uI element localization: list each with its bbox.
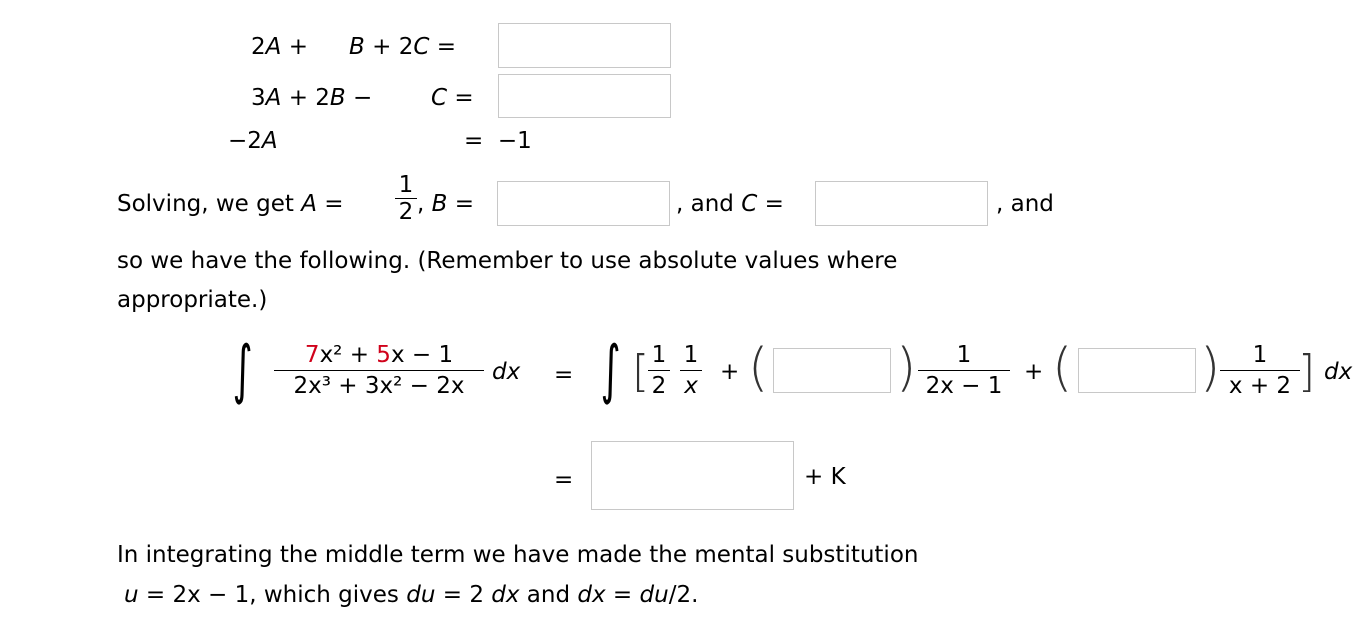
c-label: , and C = <box>676 191 784 217</box>
right-bracket: ] <box>1298 346 1316 397</box>
coefficient-1-input[interactable] <box>773 348 891 393</box>
eq-row-3-rhs: = −1 <box>464 128 532 154</box>
coefficient-2-input[interactable] <box>1078 348 1196 393</box>
equals-sign: = <box>554 362 574 388</box>
b-label: , B = <box>417 191 474 217</box>
row1-answer-input[interactable] <box>498 23 671 68</box>
c-answer-input[interactable] <box>815 181 988 226</box>
instruction-line-1: so we have the following. (Remember to u… <box>117 248 898 274</box>
left-bracket: [ <box>632 346 650 397</box>
integrand-fraction: 7x² + 5x − 1 2x³ + 3x² − 2x <box>274 342 484 399</box>
fraction-one-half: 12 <box>648 342 670 399</box>
right-paren-2: ) <box>1200 338 1221 398</box>
eq-row-3: −2A <box>228 128 278 154</box>
and-text: , and <box>996 191 1054 217</box>
eq-row-2: 3A + 2B − C = <box>251 85 474 111</box>
fraction-a-value: 12 <box>395 174 417 224</box>
result-input[interactable] <box>591 441 794 510</box>
left-paren-1: ( <box>748 338 769 398</box>
plus-sign-2: + <box>1024 359 1044 385</box>
plus-constant: + K <box>804 464 846 490</box>
note-line-1: In integrating the middle term we have m… <box>117 542 919 568</box>
row2-answer-input[interactable] <box>498 74 671 118</box>
eq-row-1: 2A + B + 2C = <box>251 34 456 60</box>
plus-sign-1: + <box>720 359 740 385</box>
fraction-one-over-x-plus-2: 1x + 2 <box>1220 342 1300 399</box>
left-paren-2: ( <box>1052 338 1073 398</box>
dx-right: dx <box>1324 359 1353 385</box>
integral-sign-right: ∫ <box>600 333 621 407</box>
solving-text: Solving, we get A = <box>117 191 344 217</box>
equals-sign-2: = <box>554 467 574 493</box>
b-answer-input[interactable] <box>497 181 670 226</box>
dx-left: dx <box>492 359 521 385</box>
integral-sign-left: ∫ <box>232 333 253 407</box>
instruction-line-2: appropriate.) <box>117 287 268 313</box>
fraction-one-over-x: 1x <box>680 342 702 399</box>
right-paren-1: ) <box>896 338 917 398</box>
fraction-one-over-2x-minus-1: 1 2x − 1 <box>918 342 1010 399</box>
note-line-2: u = 2x − 1, which gives du = 2 dx and dx… <box>124 582 699 608</box>
